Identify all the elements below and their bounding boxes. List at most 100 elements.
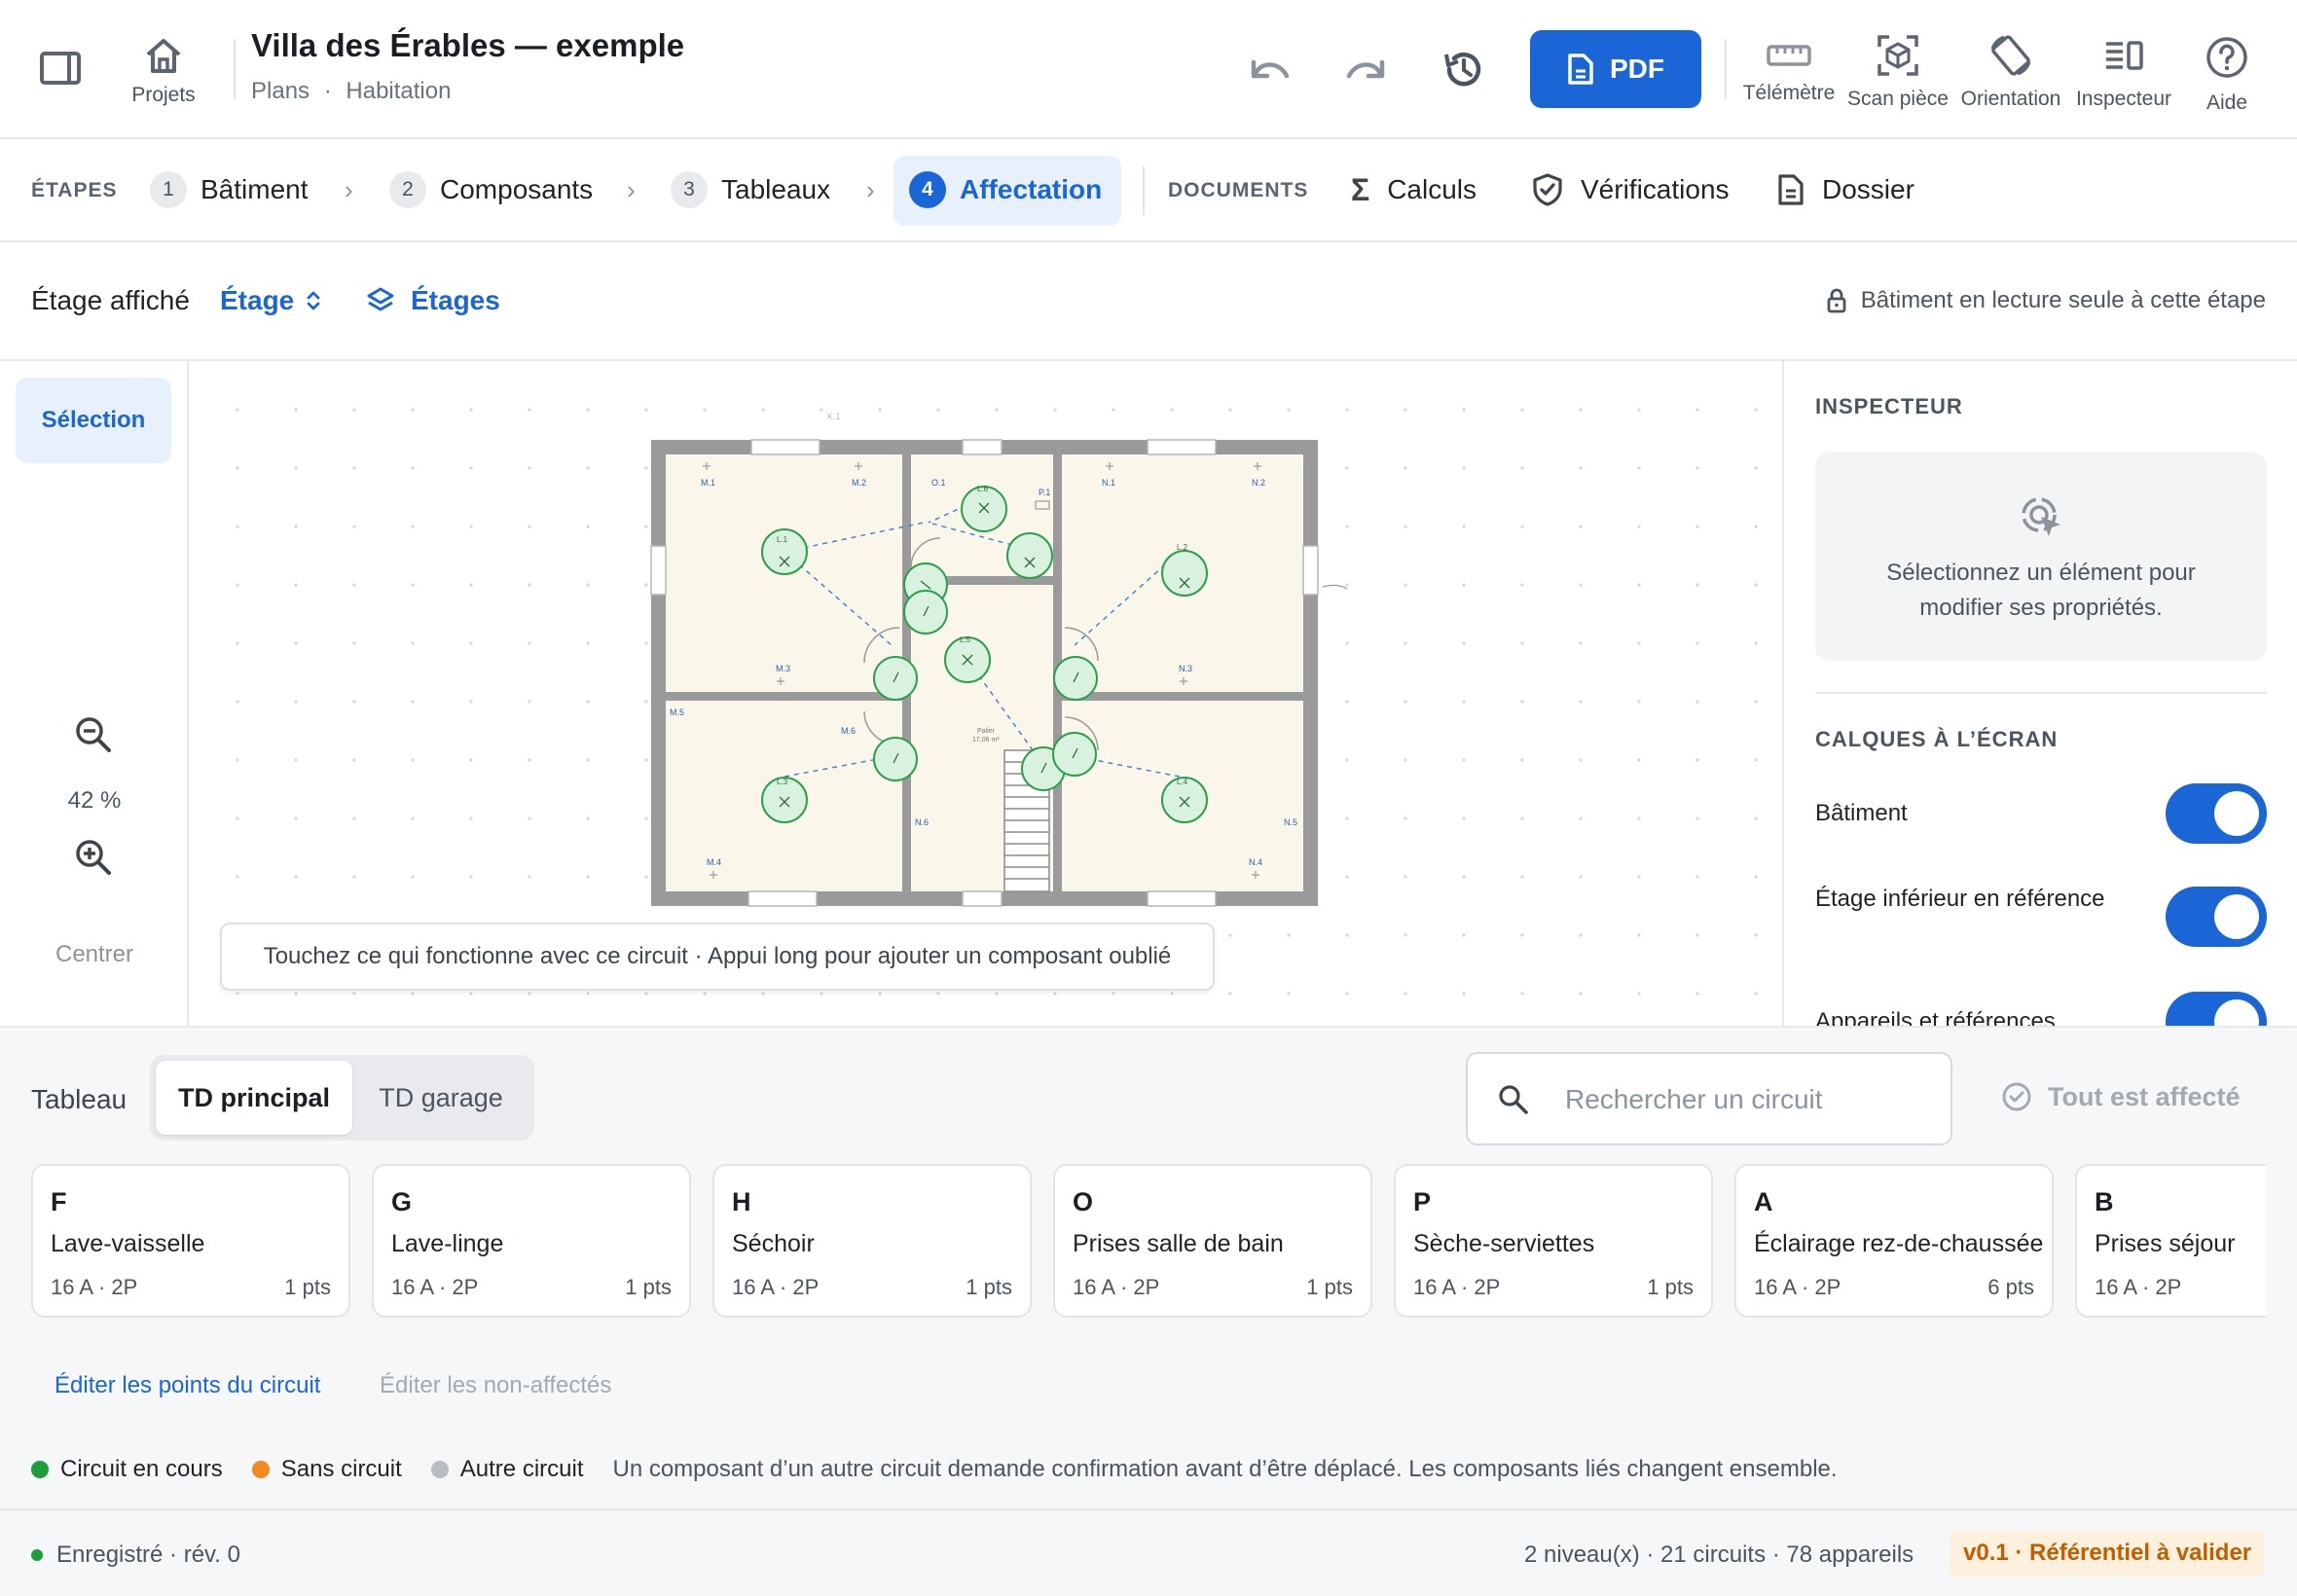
circuit-letter: B (2095, 1187, 2114, 1216)
sidebar-toggle-button[interactable] (39, 49, 82, 88)
circuit-card[interactable]: B Prises séjour 16 A · 2P (2075, 1164, 2266, 1318)
step-tableaux[interactable]: 3 Tableaux (671, 168, 830, 211)
legend-item: Sans circuit (251, 1456, 402, 1483)
step-number: 4 (909, 171, 946, 208)
breadcrumb-item[interactable]: Habitation (346, 78, 451, 104)
plan-label-l6: L.6 (977, 485, 989, 493)
inspector-panel-icon (2106, 41, 2143, 70)
circuit-search-input[interactable] (1565, 1075, 1935, 1124)
light-point-l2[interactable] (1161, 550, 1208, 597)
doc-label: Vérifications (1581, 174, 1730, 204)
doc-label: Calculs (1387, 174, 1477, 204)
plan-label-n1: N.1 (1102, 478, 1115, 488)
circuit-name: Éclairage rez-de-chaussée (1754, 1230, 2044, 1257)
circuit-card[interactable]: O Prises salle de bain 16 A · 2P 1 pts (1053, 1164, 1372, 1318)
all-assigned-status[interactable]: Tout est affecté (2001, 1081, 2241, 1112)
readonly-text: Bâtiment en lecture seule à cette étape (1860, 287, 2266, 313)
top-bar: Projets Villa des Érables — exemple Plan… (0, 0, 2297, 139)
window (962, 890, 1003, 907)
history-icon[interactable] (1440, 47, 1487, 91)
legend-label: Circuit en cours (60, 1456, 223, 1482)
step-affectation[interactable]: 4 Affectation (909, 168, 1102, 211)
plan-label-n6: N.6 (915, 817, 929, 827)
floors-link-label: Étages (411, 285, 500, 315)
help-button[interactable]: Aide (2188, 35, 2266, 115)
plan-canvas[interactable]: K.1 M.1 M.2 O.1 P.1 N.1 N.2 M.3 N.3 M.5 … (189, 361, 1782, 1026)
lock-icon (1827, 288, 1846, 313)
undo-icon[interactable] (1246, 51, 1293, 90)
circuit-letter: G (391, 1187, 413, 1216)
selection-tool-button[interactable]: Sélection (16, 378, 171, 463)
doc-verifications[interactable]: Vérifications (1532, 168, 1730, 211)
check-circle-icon (2002, 1082, 2031, 1111)
floor-select[interactable]: Étage (220, 285, 321, 316)
orientation-button[interactable]: Orientation (1954, 31, 2067, 111)
board-option-td-principal[interactable]: TD principal (156, 1061, 352, 1135)
inspector-empty-state: Sélectionnez un élément pour modifier se… (1815, 453, 2267, 661)
page-title: Villa des Érables — exemple (251, 27, 685, 63)
export-pdf-button[interactable]: PDF (1530, 30, 1701, 108)
circuit-panel: Tableau TD principal TD garage Tout est … (0, 1026, 2297, 1508)
zoom-out-icon[interactable] (74, 715, 113, 754)
circuit-card[interactable]: G Lave-linge 16 A · 2P 1 pts (372, 1164, 691, 1318)
all-assigned-label: Tout est affecté (2048, 1081, 2241, 1111)
floors-link[interactable]: Étages (366, 285, 500, 316)
step-label: Bâtiment (201, 174, 309, 204)
breadcrumb-item[interactable]: Plans (251, 78, 310, 104)
window (962, 439, 1003, 455)
edit-unassigned-link[interactable]: Éditer les non-affectés (380, 1372, 611, 1399)
cursor-target-icon (2022, 497, 2060, 536)
chevron-updown-icon (307, 291, 320, 310)
doc-dossier[interactable]: Dossier (1777, 168, 1914, 211)
circuit-points: 1 pts (1647, 1275, 1694, 1299)
circuit-spec: 16 A · 2P (732, 1275, 820, 1299)
projects-button[interactable]: Projets (125, 35, 202, 107)
circuit-points: 1 pts (1306, 1275, 1353, 1299)
plan-label-l4: L.4 (1177, 778, 1188, 786)
search-icon (1499, 1085, 1528, 1114)
center-button[interactable]: Centrer (0, 941, 189, 968)
floor-label: Étage affiché (31, 285, 190, 315)
breadcrumb: Plans · Habitation (251, 78, 684, 105)
circuit-card[interactable]: P Sèche-serviettes 16 A · 2P 1 pts (1394, 1164, 1713, 1318)
inspector-panel: INSPECTEUR Sélectionnez un élément pour … (1782, 361, 2297, 1026)
steps-label: ÉTAPES (31, 179, 118, 201)
light-point-l6b[interactable] (1006, 532, 1053, 579)
step-label: Affectation (960, 174, 1103, 204)
circuit-card[interactable]: F Lave-vaisselle 16 A · 2P 1 pts (31, 1164, 350, 1318)
step-number: 3 (671, 171, 708, 208)
readonly-note: Bâtiment en lecture seule à cette étape (1826, 287, 2266, 314)
layer-label: Bâtiment (1815, 800, 1908, 826)
step-composants[interactable]: 2 Composants (389, 168, 593, 211)
inspector-button[interactable]: Inspecteur (2067, 39, 2180, 111)
left-toolbar: Sélection 42 % Centrer (0, 361, 189, 1026)
edit-circuit-points-link[interactable]: Éditer les points du circuit (55, 1372, 320, 1399)
circuit-card[interactable]: H Séchoir 16 A · 2P 1 pts (712, 1164, 1032, 1318)
circuit-card[interactable]: A Éclairage rez-de-chaussée 16 A · 2P 6 … (1734, 1164, 2054, 1318)
ruler-icon (1767, 45, 1811, 66)
doc-calculs[interactable]: Σ Calculs (1351, 168, 1477, 211)
layer-toggle[interactable] (2166, 783, 2267, 844)
zoom-in-icon[interactable] (74, 838, 113, 877)
step-number: 1 (150, 171, 187, 208)
window (650, 545, 667, 596)
plan-label-n2: N.2 (1252, 478, 1265, 488)
plan-label-m2: M.2 (852, 478, 866, 488)
circuit-letter: A (1754, 1187, 1773, 1216)
board-label: Tableau (31, 1084, 128, 1114)
rangefinder-button[interactable]: Télémètre (1736, 41, 1841, 105)
plan-label-l2: L.2 (1177, 543, 1188, 552)
plan-label-m1: M.1 (701, 478, 715, 488)
document-icon (1568, 54, 1593, 85)
layer-row: Étage inférieur en référence (1815, 881, 2267, 955)
circuit-spec: 16 A · 2P (1413, 1275, 1501, 1299)
layer-toggle[interactable] (2166, 887, 2267, 947)
board-option-td-garage[interactable]: TD garage (354, 1061, 528, 1135)
room-scan-button[interactable]: Scan pièce (1841, 33, 1954, 111)
layer-toggle[interactable] (2166, 992, 2267, 1026)
redo-icon[interactable] (1343, 51, 1390, 90)
rotate-device-icon (1990, 35, 2031, 76)
step-batiment[interactable]: 1 Bâtiment (150, 168, 309, 211)
layer-row: Bâtiment (1815, 783, 2267, 846)
circuit-points: 1 pts (966, 1275, 1012, 1299)
